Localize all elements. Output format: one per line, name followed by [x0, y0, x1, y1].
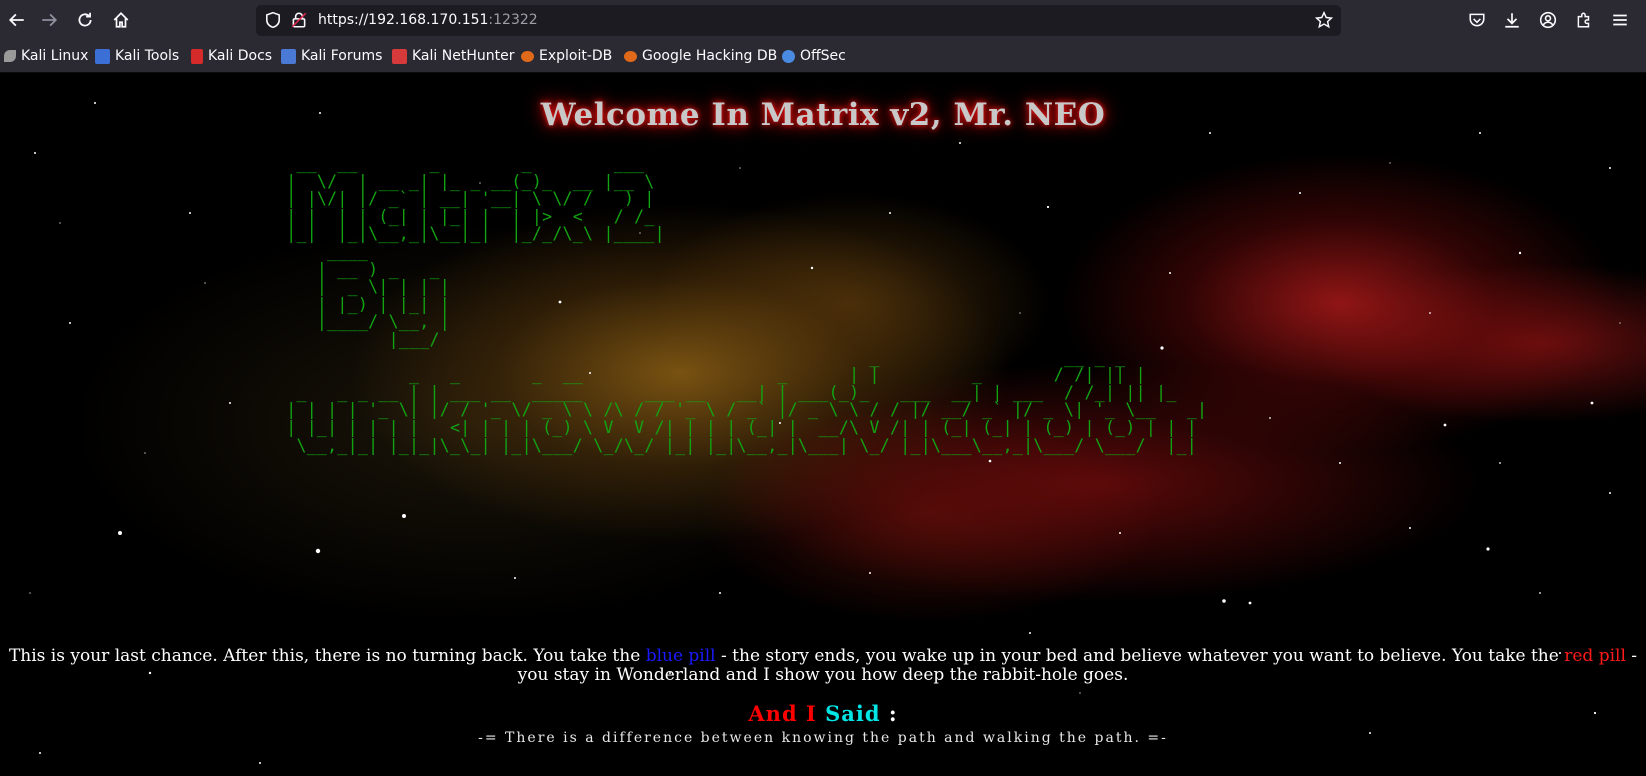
- bookmark-kali-linux[interactable]: Kali Linux: [4, 47, 88, 65]
- downloads-button[interactable]: [1495, 3, 1529, 37]
- account-button[interactable]: [1531, 3, 1565, 37]
- bookmark-label: Kali NetHunter: [412, 48, 515, 64]
- url-port: :12322: [488, 12, 538, 28]
- bookmark-google-hacking-db[interactable]: Google Hacking DB: [624, 47, 777, 65]
- motto-text: -= There is a difference between knowing…: [478, 730, 1168, 746]
- url-text[interactable]: https://192.168.170.151:12322: [318, 12, 538, 28]
- arrow-left-icon: [8, 13, 24, 27]
- kali-nethunter-icon: [392, 48, 407, 64]
- page-content: Welcome In Matrix v2, Mr. NEO __ __ _ _ …: [0, 73, 1646, 776]
- red-pill-text: red pill: [1564, 646, 1626, 666]
- blue-pill-text: blue pill: [645, 646, 716, 666]
- ghdb-icon: [624, 50, 637, 62]
- bookmark-label: Kali Tools: [115, 48, 180, 64]
- page-title: Welcome In Matrix v2, Mr. NEO: [540, 97, 1106, 133]
- and-i-text: And I: [748, 701, 817, 726]
- puzzle-icon: [1577, 12, 1590, 28]
- account-icon: [1539, 11, 1557, 29]
- bookmark-exploit-db[interactable]: Exploit-DB: [521, 47, 612, 65]
- exploit-db-icon: [521, 50, 534, 62]
- bookmark-label: Exploit-DB: [539, 48, 613, 64]
- back-button[interactable]: [0, 3, 34, 37]
- bookmark-kali-tools[interactable]: Kali Tools: [95, 47, 179, 65]
- pocket-icon: [1469, 13, 1485, 27]
- url-bar[interactable]: https://192.168.170.151:12322: [256, 5, 1341, 36]
- ascii-art-banner: __ __ _ _ ___ | \/ | __ _| |_ _ __(_)_ _…: [286, 154, 1208, 455]
- colon-text: :: [888, 701, 898, 726]
- morpheus-quote: This is your last chance. After this, th…: [6, 647, 1640, 685]
- download-icon: [1505, 13, 1519, 28]
- browser-toolbar: https://192.168.170.151:12322: [0, 0, 1646, 40]
- hamburger-icon: [1613, 14, 1627, 26]
- bookmark-offsec[interactable]: OffSec: [782, 47, 846, 65]
- url-host: https://192.168.170.151: [318, 12, 489, 28]
- kali-dragon-icon: [4, 50, 16, 62]
- quote-text-2: - the story ends, you wake up in your be…: [715, 646, 1565, 666]
- shield-icon[interactable]: [264, 11, 282, 33]
- bookmark-label: OffSec: [800, 48, 846, 64]
- bookmark-kali-docs[interactable]: Kali Docs: [191, 47, 272, 65]
- kali-tools-icon: [95, 48, 110, 64]
- bookmark-label: Kali Linux: [21, 48, 89, 64]
- lock-warning-icon[interactable]: [290, 11, 308, 33]
- reload-icon: [78, 12, 92, 27]
- bookmark-label: Google Hacking DB: [642, 48, 778, 64]
- and-i-said-heading: And I Said :: [0, 701, 1646, 726]
- offsec-icon: [782, 49, 795, 63]
- bookmark-kali-forums[interactable]: Kali Forums: [281, 47, 382, 65]
- home-button[interactable]: [104, 3, 138, 37]
- pocket-button[interactable]: [1460, 3, 1494, 37]
- said-text: Said: [825, 701, 881, 726]
- bookmark-label: Kali Docs: [208, 48, 273, 64]
- arrow-right-icon: [42, 13, 58, 27]
- forward-button[interactable]: [32, 3, 66, 37]
- menu-button[interactable]: [1603, 3, 1637, 37]
- quote-text-1: This is your last chance. After this, th…: [8, 646, 646, 666]
- bookmark-kali-nethunter[interactable]: Kali NetHunter: [392, 47, 514, 65]
- bookmark-label: Kali Forums: [301, 48, 383, 64]
- home-icon: [113, 12, 129, 28]
- reload-button[interactable]: [68, 3, 102, 37]
- star-icon[interactable]: [1314, 10, 1334, 33]
- bookmarks-toolbar: Kali Linux Kali Tools Kali Docs Kali For…: [0, 40, 1646, 73]
- kali-forums-icon: [281, 48, 296, 64]
- kali-docs-icon: [191, 48, 203, 64]
- extensions-button[interactable]: [1567, 3, 1601, 37]
